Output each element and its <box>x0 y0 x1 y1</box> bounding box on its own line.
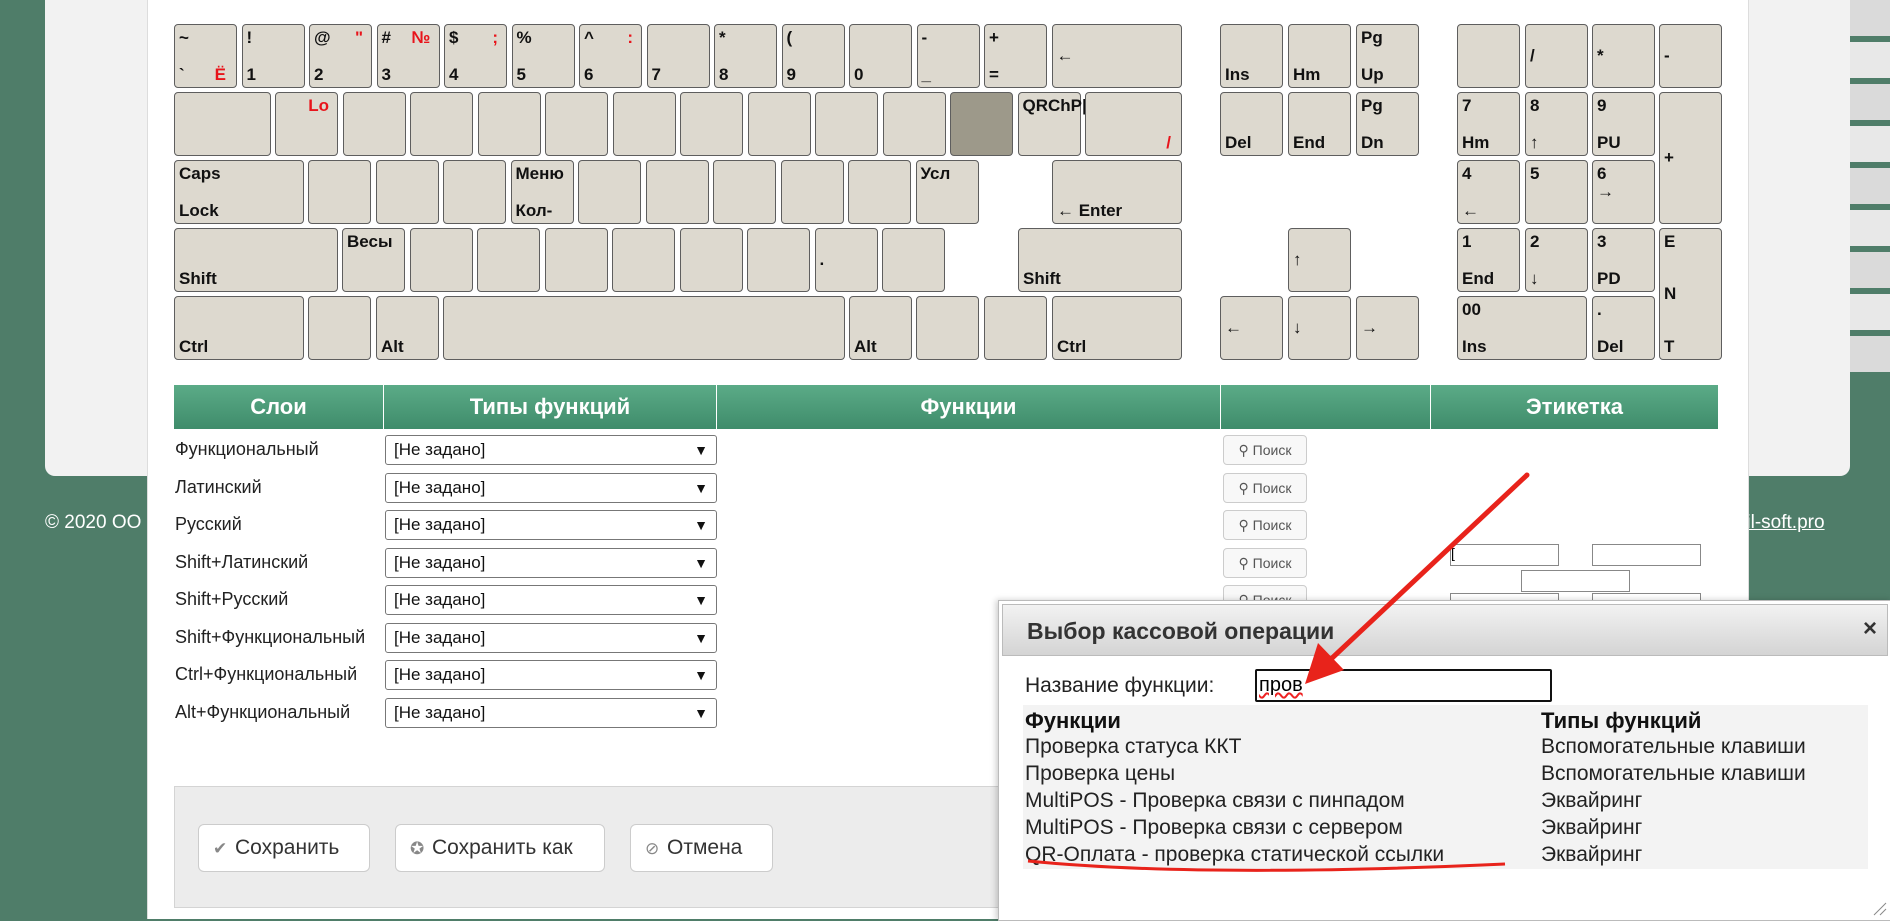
annotation-arrow <box>1327 472 1530 663</box>
annotation-underline <box>1027 859 1506 872</box>
annotation-overlay <box>1027 472 1530 872</box>
